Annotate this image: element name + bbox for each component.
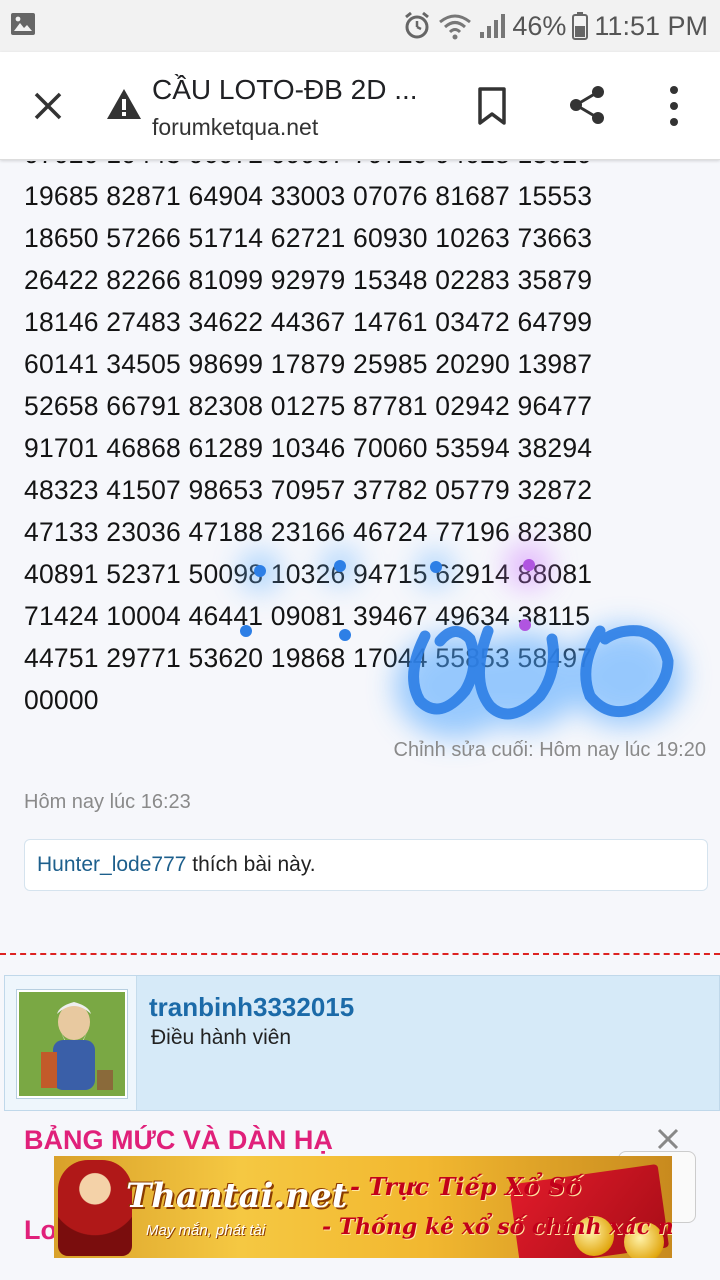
number-row: 18146 27483 34622 44367 14761 03472 6479… (24, 307, 593, 337)
ad-brand: Thantai.net (126, 1176, 348, 1216)
page-title[interactable]: CẦU LOTO-ĐB 2D ... (152, 74, 418, 106)
number-row: 47133 23036 47188 23166 46724 77196 8238… (24, 517, 593, 547)
user-info-box: tranbinh3332015 Điều hành viên (4, 975, 720, 1111)
avatar-image (19, 992, 125, 1096)
gallery-icon (11, 13, 35, 35)
ad-slogan: May mắn, phát tài (146, 1222, 266, 1239)
likes-box: Hunter_lode777 thích bài này. (24, 839, 708, 891)
number-row: 18650 57266 51714 62721 60930 10263 7366… (24, 223, 593, 253)
clock: 11:51 PM (594, 10, 708, 41)
page-url[interactable]: forumketqua.net (152, 114, 318, 141)
number-row: 40891 52371 50098 10326 94715 62914 8808… (24, 559, 593, 589)
avatar-panel (5, 976, 137, 1110)
number-list: 07020 10443 06072 09907 79720 94028 1302… (24, 161, 592, 721)
post-time[interactable]: Hôm nay lúc 16:23 (24, 791, 191, 814)
battery-icon (572, 12, 589, 40)
post-subtext: Lo (24, 1215, 57, 1245)
number-row: 07020 10443 06072 09907 79720 94028 1302… (24, 161, 592, 175)
likes-text: thích bài này. (186, 853, 316, 876)
share-icon[interactable] (566, 84, 608, 126)
battery-percent: 46% (512, 10, 567, 41)
mascot-image (58, 1160, 132, 1256)
wifi-icon (439, 14, 472, 40)
edited-note: Chỉnh sửa cuối: Hôm nay lúc 19:20 (393, 739, 706, 761)
username-link[interactable]: tranbinh3332015 (149, 992, 354, 1023)
status-bar: 46% 11:51 PM (0, 0, 720, 52)
ad-line-2: - Thống kê xổ số chính xác nhất (322, 1214, 672, 1240)
ad-line-1: - Trực Tiếp Xổ Số (350, 1172, 582, 1201)
browser-toolbar: CẦU LOTO-ĐB 2D ... forumketqua.net (0, 52, 720, 160)
signal-icon (480, 14, 506, 38)
number-row: 52658 66791 82308 01275 87781 02942 9647… (24, 391, 593, 421)
number-row: 71424 10004 46441 09081 39467 49634 3811… (24, 601, 591, 631)
post-title: BẢNG MỨC VÀ DÀN HẠ (24, 1125, 333, 1155)
close-ad-icon[interactable] (656, 1127, 680, 1151)
more-options-icon[interactable] (662, 84, 686, 128)
number-row: 00000 (24, 685, 99, 715)
close-icon[interactable] (28, 86, 68, 126)
user-role: Điều hành viên (151, 1026, 292, 1049)
number-row: 26422 82266 81099 92979 15348 02283 3587… (24, 265, 593, 295)
alarm-icon (405, 11, 430, 39)
number-row: 91701 46868 61289 10346 70060 53594 3829… (24, 433, 593, 463)
avatar[interactable] (16, 989, 128, 1099)
warning-icon[interactable] (106, 88, 142, 120)
number-row: 44751 29771 53620 19868 17044 55853 5849… (24, 643, 593, 673)
bookmark-icon[interactable] (476, 86, 508, 126)
page-content: 07020 10443 06072 09907 79720 94028 1302… (0, 161, 720, 1280)
like-user-link[interactable]: Hunter_lode777 (37, 853, 186, 876)
number-row: 19685 82871 64904 33003 07076 81687 1555… (24, 181, 593, 211)
post-divider (0, 953, 720, 955)
number-row: 48323 41507 98653 70957 37782 05779 3287… (24, 475, 593, 505)
number-row: 60141 34505 98699 17879 25985 20290 1398… (24, 349, 593, 379)
ad-banner[interactable]: Thantai.net May mắn, phát tài - Trực Tiế… (54, 1156, 672, 1258)
